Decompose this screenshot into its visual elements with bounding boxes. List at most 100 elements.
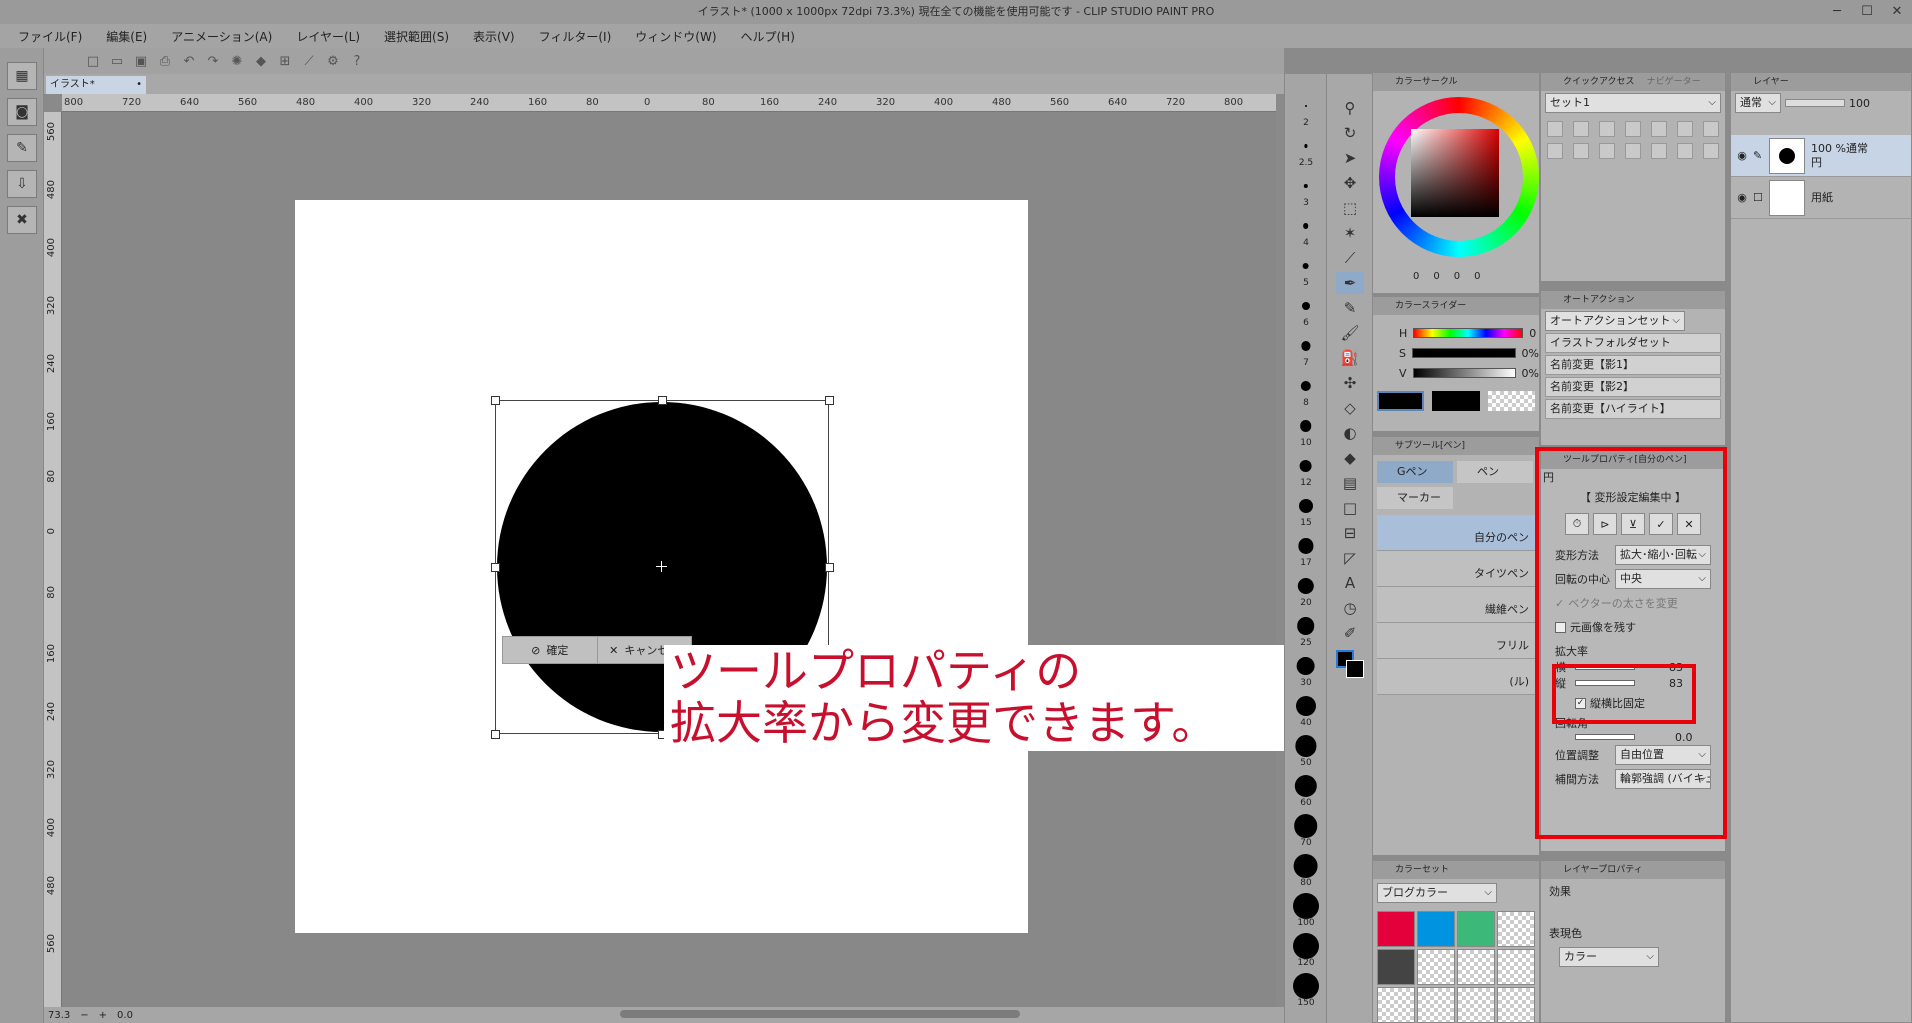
sub-tool-item[interactable]: フリル xyxy=(1377,623,1535,659)
color-swatch[interactable] xyxy=(1377,987,1415,1022)
gradient-icon[interactable]: ▤ xyxy=(1336,472,1364,494)
help-icon[interactable]: ? xyxy=(348,52,366,70)
handle-tl[interactable] xyxy=(491,396,500,405)
menu-item[interactable]: フィルター(I) xyxy=(539,28,612,45)
balloon-icon[interactable]: ◷ xyxy=(1336,597,1364,619)
checkbox-icon[interactable]: ☐ xyxy=(1753,191,1769,204)
redo-icon[interactable]: ↷ xyxy=(204,52,222,70)
zoom-tool-icon[interactable]: ⚲ xyxy=(1336,97,1364,119)
color-swatch[interactable] xyxy=(1457,911,1495,947)
open-icon[interactable]: ▭ xyxy=(108,52,126,70)
download-icon[interactable]: ⇩ xyxy=(7,170,37,198)
menu-item[interactable]: レイヤー(L) xyxy=(296,28,360,45)
save-icon[interactable]: ▣ xyxy=(132,52,150,70)
menu-item[interactable]: ウィンドウ(W) xyxy=(635,28,716,45)
brush-size-dot[interactable] xyxy=(1300,341,1311,351)
sv-square[interactable] xyxy=(1411,129,1499,217)
maximize-icon[interactable]: ☐ xyxy=(1852,0,1882,24)
sub-color-chip[interactable] xyxy=(1432,391,1480,411)
rotate-tool-icon[interactable]: ↻ xyxy=(1336,122,1364,144)
color-swatch[interactable] xyxy=(1377,911,1415,947)
print-icon[interactable]: ⎙ xyxy=(156,52,174,70)
pen-tool-icon[interactable]: ✒ xyxy=(1336,272,1364,294)
airbrush-icon[interactable]: ⛽ xyxy=(1336,347,1364,369)
transparent-chip[interactable] xyxy=(1487,391,1535,411)
brush-tool-icon[interactable]: 🖌 xyxy=(1336,322,1364,344)
canvas-area[interactable] xyxy=(62,112,1276,1007)
brush-size-dot[interactable] xyxy=(1297,577,1314,595)
brush-size-dot[interactable] xyxy=(1292,893,1319,919)
handle-tr[interactable] xyxy=(825,396,834,405)
sub-tool-item[interactable]: (ル) xyxy=(1377,659,1535,695)
eye-icon[interactable]: ◉ xyxy=(1731,191,1753,204)
tab-marker[interactable]: マーカー xyxy=(1377,487,1453,509)
ruler-tool-icon[interactable]: ◸ xyxy=(1336,547,1364,569)
new-canvas-icon[interactable]: ▦ xyxy=(7,62,37,90)
brush-size-dot[interactable] xyxy=(1297,538,1314,554)
eye-icon[interactable]: ◉ xyxy=(1731,149,1753,162)
color-swatch[interactable] xyxy=(1417,911,1455,947)
zoom-out-icon[interactable]: − xyxy=(80,1010,88,1021)
color-set-select[interactable]: ブログカラー xyxy=(1377,883,1497,903)
brush-size-dot[interactable] xyxy=(1302,223,1309,229)
color-swatch[interactable] xyxy=(1497,949,1535,985)
color-swatch[interactable] xyxy=(1457,949,1495,985)
color-swatch[interactable] xyxy=(1417,949,1455,985)
brush-size-dot[interactable] xyxy=(1294,774,1317,798)
zoom-in-icon[interactable]: + xyxy=(99,1010,107,1021)
brush-size-dot[interactable] xyxy=(1301,302,1310,310)
handle-tm[interactable] xyxy=(658,396,667,405)
menu-item[interactable]: 編集(E) xyxy=(106,28,147,45)
brush-size-dot[interactable] xyxy=(1293,853,1318,879)
ruler-icon[interactable]: ⟋ xyxy=(300,52,318,70)
auto-action-set-select[interactable]: オートアクションセット xyxy=(1545,311,1685,331)
brush-size-dot[interactable] xyxy=(1296,656,1315,676)
horizontal-scrollbar[interactable] xyxy=(620,1010,1020,1018)
transform-icon[interactable]: ⊞ xyxy=(276,52,294,70)
auto-select-icon[interactable]: ✶ xyxy=(1336,222,1364,244)
handle-mr[interactable] xyxy=(825,563,834,572)
value-slider[interactable] xyxy=(1412,368,1516,378)
color-swatch-icon[interactable] xyxy=(1336,650,1364,678)
clear-icon[interactable]: ✺ xyxy=(228,52,246,70)
menu-item[interactable]: ファイル(F) xyxy=(18,28,82,45)
blend-mode-select[interactable]: 通常 xyxy=(1735,93,1781,113)
brush-size-dot[interactable] xyxy=(1304,105,1307,107)
sub-tool-item[interactable]: 自分のペン xyxy=(1377,515,1535,551)
auto-action-item[interactable]: イラストフォルダセット xyxy=(1545,333,1721,353)
eyedropper-icon[interactable]: ⟋ xyxy=(1336,247,1364,269)
color-swatch[interactable] xyxy=(1457,987,1495,1022)
handle-bl[interactable] xyxy=(491,730,500,739)
brush-size-dot[interactable] xyxy=(1303,183,1308,189)
brush-size-dot[interactable] xyxy=(1303,144,1308,148)
brush-size-dot[interactable] xyxy=(1302,262,1309,270)
menu-item[interactable]: 表示(V) xyxy=(473,28,515,45)
excel-icon[interactable]: ✖ xyxy=(7,206,37,234)
correct-line-icon[interactable]: ✐ xyxy=(1336,622,1364,644)
undo-icon[interactable]: ↶ xyxy=(180,52,198,70)
operation-tool-icon[interactable]: ➤ xyxy=(1336,147,1364,169)
layer-row-circle[interactable]: ◉ ✎ 100 %通常円 xyxy=(1731,135,1911,177)
sub-tool-item[interactable]: タイツペン xyxy=(1377,551,1535,587)
layer-row-paper[interactable]: ◉ ☐ 用紙 xyxy=(1731,177,1911,219)
brush-size-dot[interactable] xyxy=(1292,973,1319,999)
color-swatch[interactable] xyxy=(1377,949,1415,985)
color-swatch[interactable] xyxy=(1497,987,1535,1022)
figure-icon[interactable]: □ xyxy=(1336,497,1364,519)
selection-tool-icon[interactable]: ⬚ xyxy=(1336,197,1364,219)
opacity-slider[interactable] xyxy=(1785,99,1845,107)
main-color-chip[interactable] xyxy=(1377,391,1425,411)
frame-icon[interactable]: ⊟ xyxy=(1336,522,1364,544)
brush-size-dot[interactable] xyxy=(1299,420,1312,432)
handle-ml[interactable] xyxy=(491,563,500,572)
color-swatch[interactable] xyxy=(1417,987,1455,1022)
menu-item[interactable]: ヘルプ(H) xyxy=(741,28,795,45)
color-swatch[interactable] xyxy=(1497,911,1535,947)
decoration-icon[interactable]: ✣ xyxy=(1336,372,1364,394)
brush-size-dot[interactable] xyxy=(1295,696,1316,716)
fill-tool-icon[interactable]: ◆ xyxy=(1336,447,1364,469)
tab-g-pen[interactable]: Gペン xyxy=(1377,461,1453,483)
brush-size-dot[interactable] xyxy=(1300,380,1311,392)
auto-action-item[interactable]: 名前変更【影2】 xyxy=(1545,377,1721,397)
menu-item[interactable]: アニメーション(A) xyxy=(171,28,272,45)
